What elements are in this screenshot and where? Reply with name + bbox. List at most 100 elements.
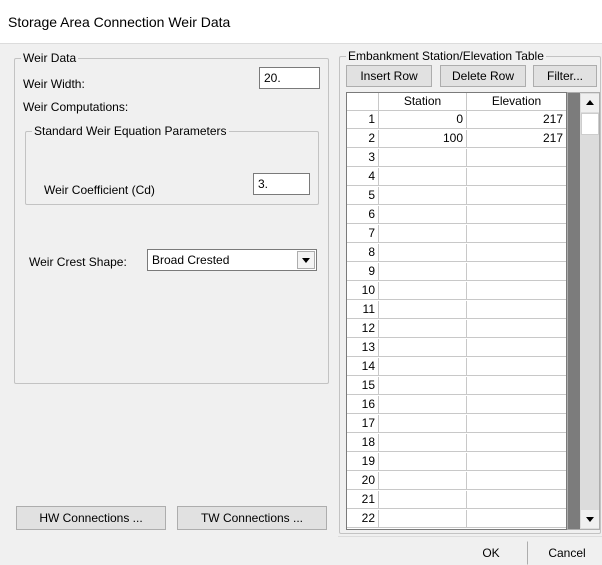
station-cell[interactable] [379,168,467,186]
scrollbar-thumb[interactable] [581,113,599,135]
insert-row-button[interactable]: Insert Row [346,65,432,87]
table-row[interactable]: 12 [347,320,566,338]
table-row[interactable]: 7 [347,225,566,243]
table-row[interactable]: 16 [347,396,566,414]
elevation-cell[interactable] [467,396,566,414]
row-number-cell: 22 [347,510,379,528]
elevation-cell[interactable] [467,510,566,528]
row-number-cell: 8 [347,244,379,262]
row-number-cell: 20 [347,472,379,490]
elevation-cell[interactable] [467,358,566,376]
table-row[interactable]: 5 [347,187,566,205]
table-row[interactable]: 19 [347,453,566,471]
elevation-cell[interactable] [467,282,566,300]
row-number-cell: 6 [347,206,379,224]
arrow-down-icon[interactable] [581,510,599,528]
station-cell[interactable] [379,225,467,243]
elevation-cell[interactable] [467,301,566,319]
ok-button[interactable]: OK [454,541,528,565]
table-row[interactable]: 11 [347,301,566,319]
elevation-cell[interactable] [467,377,566,395]
row-number-cell: 7 [347,225,379,243]
elevation-cell[interactable] [467,225,566,243]
embankment-table-legend: Embankment Station/Elevation Table [348,49,544,63]
elevation-cell[interactable] [467,244,566,262]
table-row[interactable]: 9 [347,263,566,281]
elevation-cell[interactable]: 217 [467,111,566,129]
station-cell[interactable] [379,491,467,509]
table-row[interactable]: 1 0 217 [347,111,566,129]
table-row[interactable]: 17 [347,415,566,433]
station-cell[interactable] [379,149,467,167]
table-row[interactable]: 6 [347,206,566,224]
row-number-cell: 19 [347,453,379,471]
elevation-cell[interactable] [467,320,566,338]
station-cell[interactable] [379,396,467,414]
station-cell[interactable] [379,510,467,528]
row-number-cell: 13 [347,339,379,357]
table-row[interactable]: 15 [347,377,566,395]
table-row[interactable]: 14 [347,358,566,376]
elevation-cell[interactable] [467,491,566,509]
elevation-cell[interactable] [467,434,566,452]
station-cell[interactable] [379,453,467,471]
dialog-button-bar: OK Cancel [338,536,602,565]
elevation-cell[interactable] [467,263,566,281]
window-title: Storage Area Connection Weir Data [8,14,231,30]
filter-button[interactable]: Filter... [533,65,597,87]
elevation-cell[interactable] [467,187,566,205]
station-cell[interactable]: 100 [379,130,467,148]
station-cell[interactable] [379,301,467,319]
station-cell[interactable] [379,282,467,300]
weir-width-input[interactable]: 20. [259,67,320,89]
row-number-header [347,93,379,111]
station-cell[interactable] [379,206,467,224]
table-row[interactable]: 20 [347,472,566,490]
table-row[interactable]: 13 [347,339,566,357]
table-row[interactable]: 4 [347,168,566,186]
station-cell[interactable] [379,339,467,357]
weir-data-legend: Weir Data [23,51,77,65]
station-cell[interactable] [379,377,467,395]
row-number-cell: 5 [347,187,379,205]
elevation-cell[interactable] [467,339,566,357]
table-row[interactable]: 21 [347,491,566,509]
elevation-cell[interactable] [467,415,566,433]
station-cell[interactable] [379,415,467,433]
station-cell[interactable] [379,187,467,205]
row-number-cell: 21 [347,491,379,509]
table-header-row: Station Elevation [347,93,566,111]
weir-crest-shape-value: Broad Crested [152,253,230,267]
station-cell[interactable] [379,244,467,262]
table-row[interactable]: 18 [347,434,566,452]
station-cell[interactable] [379,434,467,452]
table-row[interactable]: 8 [347,244,566,262]
arrow-up-icon[interactable] [581,94,599,112]
cancel-button[interactable]: Cancel [532,541,602,565]
station-elevation-table[interactable]: Station Elevation 1 0 217 2 100 217 3 4 5 6 7 8 9 10 1… [346,92,567,530]
table-row[interactable]: 3 [347,149,566,167]
table-row[interactable]: 22 [347,510,566,528]
elevation-cell[interactable] [467,206,566,224]
hw-connections-button[interactable]: HW Connections ... [16,506,166,530]
table-scrollbar[interactable] [567,92,600,530]
row-number-cell: 17 [347,415,379,433]
station-cell[interactable] [379,472,467,490]
row-number-cell: 11 [347,301,379,319]
elevation-cell[interactable] [467,168,566,186]
tw-connections-button[interactable]: TW Connections ... [177,506,327,530]
station-cell[interactable]: 0 [379,111,467,129]
delete-row-button[interactable]: Delete Row [440,65,526,87]
elevation-cell[interactable] [467,472,566,490]
station-cell[interactable] [379,263,467,281]
station-cell[interactable] [379,358,467,376]
table-row[interactable]: 10 [347,282,566,300]
elevation-cell[interactable] [467,453,566,471]
chevron-down-icon[interactable] [297,251,315,269]
weir-coefficient-input[interactable]: 3. [253,173,310,195]
elevation-cell[interactable]: 217 [467,130,566,148]
weir-crest-shape-select[interactable]: Broad Crested [147,249,317,271]
table-row[interactable]: 2 100 217 [347,130,566,148]
elevation-cell[interactable] [467,149,566,167]
station-cell[interactable] [379,320,467,338]
